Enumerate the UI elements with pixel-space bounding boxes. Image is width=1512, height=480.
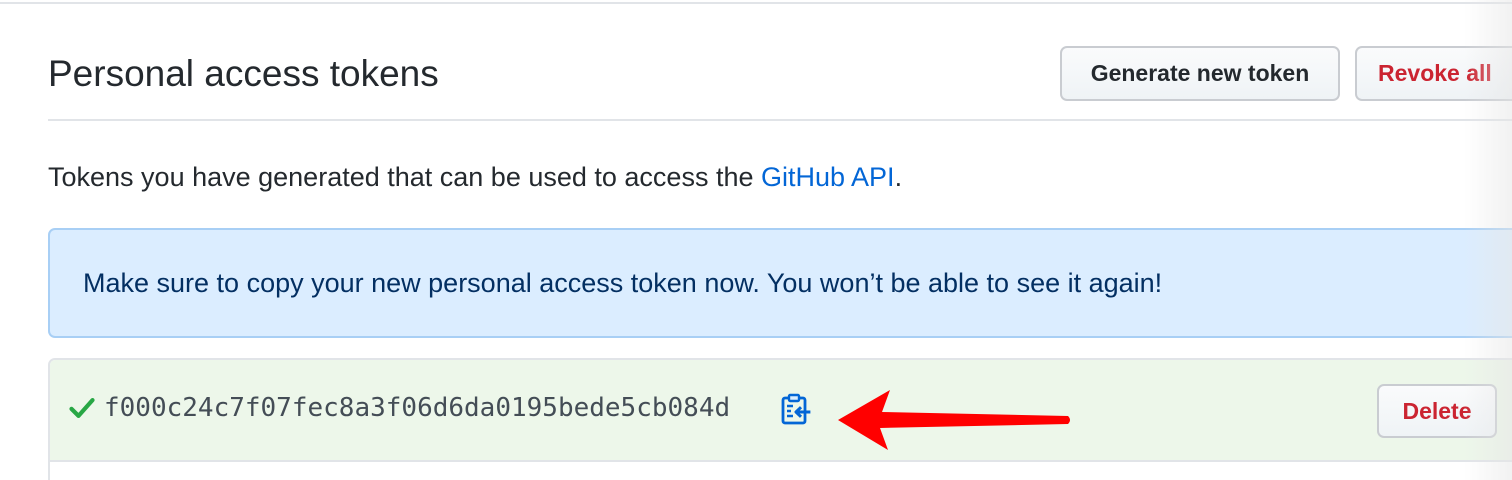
github-api-link[interactable]: GitHub API [761,162,895,192]
copy-token-notice: Make sure to copy your new personal acce… [48,228,1512,338]
header-divider [48,119,1512,121]
description-text: Tokens you have generated that can be us… [48,162,761,192]
check-icon [69,398,95,418]
tokens-description: Tokens you have generated that can be us… [48,160,902,194]
page-title: Personal access tokens [48,53,439,94]
top-divider [0,2,1512,4]
revoke-all-button[interactable]: Revoke all [1355,46,1512,101]
description-suffix: . [894,162,903,192]
token-row: f000c24c7f07fec8a3f06d6da0195bede5cb084d… [50,360,1512,462]
notice-message: Make sure to copy your new personal acce… [83,267,1163,298]
token-list: f000c24c7f07fec8a3f06d6da0195bede5cb084d… [48,358,1512,480]
token-settings-page: Personal access tokens Generate new toke… [0,0,1512,480]
generate-new-token-button[interactable]: Generate new token [1060,46,1340,101]
delete-token-button[interactable]: Delete [1377,384,1497,438]
token-value[interactable]: f000c24c7f07fec8a3f06d6da0195bede5cb084d [104,388,730,428]
clipboard-copy-icon[interactable] [780,392,812,426]
